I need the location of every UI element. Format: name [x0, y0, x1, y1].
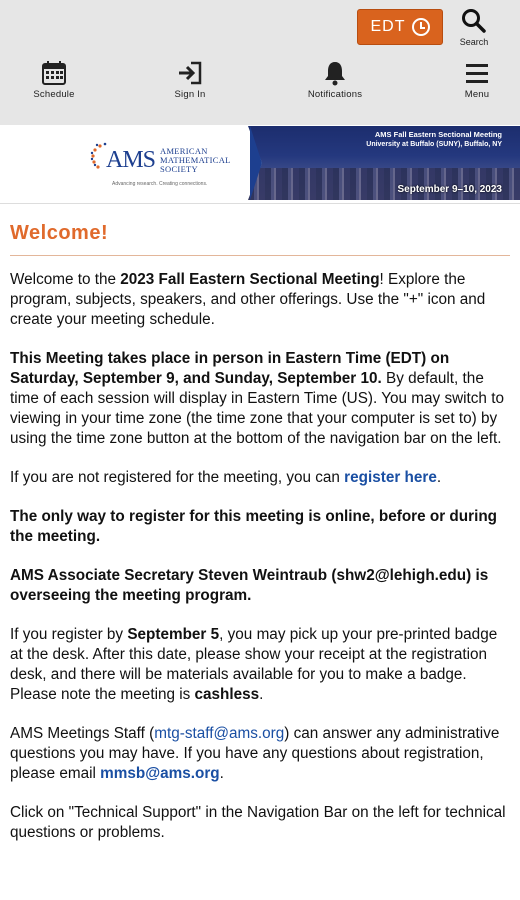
mtg-staff-email-link[interactable]: mtg-staff@ams.org	[154, 725, 284, 742]
p5-text: AMS Associate Secretary Steven Weintraub…	[10, 567, 489, 604]
nav-schedule[interactable]: Schedule	[14, 58, 94, 103]
clock-icon	[411, 18, 430, 36]
banner-image: AMS Fall Eastern Sectional Meeting Unive…	[248, 126, 520, 200]
sign-in-icon	[179, 61, 202, 85]
ams-logo-name: AMERICAN MATHEMATICAL SOCIETY	[160, 147, 231, 174]
search-button[interactable]: Search	[452, 6, 496, 48]
nav-bar: Schedule Sign In Notifications Menu	[0, 58, 520, 103]
banner-meeting-location: University at Buffalo (SUNY), Buffalo, N…	[366, 141, 502, 148]
ams-name-line-3: SOCIETY	[160, 164, 198, 174]
timezone-label: EDT	[370, 18, 406, 35]
p1-text-a: Welcome to the	[10, 271, 121, 288]
cashless-bold: cashless	[194, 686, 260, 703]
p7-text-a: AMS Meetings Staff (	[10, 725, 155, 742]
nav-label-notifications: Notifications	[307, 89, 363, 100]
search-label: Search	[459, 37, 489, 47]
meeting-name: 2023 Fall Eastern Sectional Meeting	[120, 271, 380, 288]
badge-paragraph: If you register by September 5, you may …	[10, 625, 510, 705]
nav-label-sign-in: Sign In	[174, 89, 206, 100]
calendar-icon	[42, 61, 66, 85]
mmsb-email-link[interactable]: mmsb@ams.org	[100, 765, 219, 782]
time-zone-paragraph: This Meeting takes place in person in Ea…	[10, 349, 510, 449]
nav-notifications[interactable]: Notifications	[295, 58, 375, 103]
ams-logo: AMS AMERICAN MATHEMATICAL SOCIETY Advanc…	[90, 137, 250, 187]
search-icon	[462, 9, 486, 33]
nav-label-menu: Menu	[464, 89, 490, 100]
p8-text: Click on "Technical Support" in the Navi…	[10, 804, 506, 841]
top-bar: EDT Search Schedule Sign In Notification…	[0, 0, 520, 125]
timezone-button[interactable]: EDT	[357, 9, 443, 45]
p3-text-a: If you are not registered for the meetin…	[10, 469, 345, 486]
welcome-content: Welcome! Welcome to the 2023 Fall Easter…	[10, 222, 510, 862]
secretary-paragraph: AMS Associate Secretary Steven Weintraub…	[10, 566, 510, 606]
p3-text-c: .	[436, 469, 442, 486]
p4-text: The only way to register for this meetin…	[10, 508, 498, 545]
p7-text-c: .	[219, 765, 224, 782]
p6-text-e: .	[259, 686, 264, 703]
banner-meeting-title: AMS Fall Eastern Sectional Meeting	[374, 130, 502, 139]
register-paragraph: If you are not registered for the meetin…	[10, 468, 510, 488]
hamburger-icon	[466, 64, 488, 83]
meeting-banner: AMS AMERICAN MATHEMATICAL SOCIETY Advanc…	[0, 125, 520, 204]
page-title: Welcome!	[10, 222, 510, 256]
banner-meeting-dates: September 9–10, 2023	[397, 184, 502, 195]
ams-logo-tagline: Advancing research. Creating connections…	[112, 181, 208, 187]
online-registration-paragraph: The only way to register for this meetin…	[10, 507, 510, 547]
intro-paragraph: Welcome to the 2023 Fall Eastern Section…	[10, 270, 510, 330]
staff-paragraph: AMS Meetings Staff (mtg-staff@ams.org) c…	[10, 724, 510, 784]
ams-logo-abbr: AMS	[106, 147, 156, 173]
badge-deadline: September 5	[127, 626, 220, 643]
banner-chevron-inner	[250, 126, 262, 200]
tech-support-paragraph: Click on "Technical Support" in the Navi…	[10, 803, 510, 843]
nav-sign-in[interactable]: Sign In	[150, 58, 230, 103]
p6-text-a: If you register by	[10, 626, 128, 643]
register-here-link[interactable]: register here	[344, 469, 437, 486]
nav-label-schedule: Schedule	[33, 89, 75, 100]
nav-menu[interactable]: Menu	[437, 58, 517, 103]
bell-icon	[325, 62, 345, 86]
